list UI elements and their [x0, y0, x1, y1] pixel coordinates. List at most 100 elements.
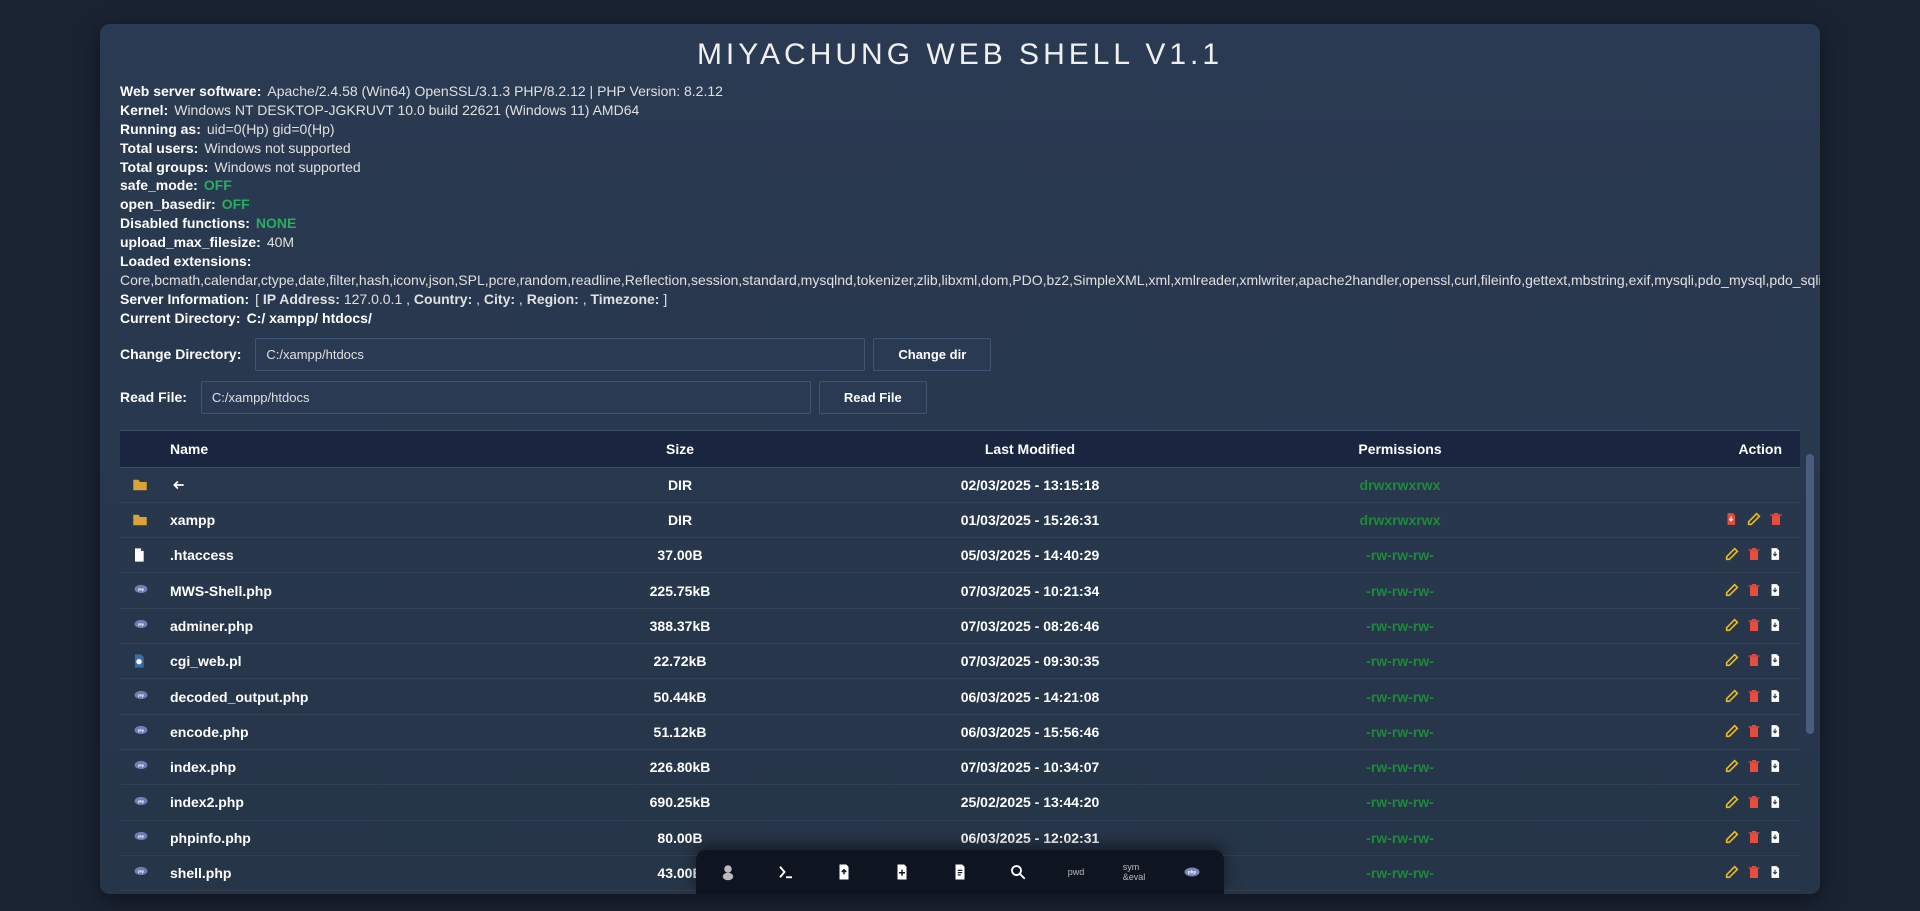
- file-size: 37.00B: [540, 538, 820, 573]
- edit-icon[interactable]: [1724, 829, 1742, 847]
- col-act-header: Action: [1560, 430, 1800, 467]
- delete-icon[interactable]: [1768, 511, 1786, 529]
- download-icon[interactable]: [1768, 652, 1786, 670]
- table-row[interactable]: phpadminer.php388.37kB07/03/2025 - 08:26…: [120, 608, 1800, 643]
- taskbar-file-plus-icon[interactable]: [892, 862, 912, 882]
- file-name[interactable]: shell.php: [160, 855, 540, 890]
- upload-max-value: 40M: [267, 233, 294, 252]
- file-permissions: -rw-rw-rw-: [1240, 679, 1560, 714]
- perl-icon: [131, 652, 149, 670]
- shell-panel: MIYACHUNG WEB SHELL V1.1 Web server soft…: [100, 24, 1820, 894]
- read-file-input[interactable]: [201, 381, 811, 414]
- server-info-value: [ IP Address: 127.0.0.1 , Country: , Cit…: [255, 290, 667, 309]
- file-icon: [131, 546, 149, 564]
- table-row[interactable]: phpMWS-Shell.php225.75kB07/03/2025 - 10:…: [120, 573, 1800, 608]
- taskbar-pwd-icon[interactable]: pwd: [1066, 862, 1086, 882]
- table-row[interactable]: phpindex.php226.80kB07/03/2025 - 10:34:0…: [120, 749, 1800, 784]
- table-row[interactable]: phpdecoded_output.php50.44kB06/03/2025 -…: [120, 679, 1800, 714]
- edit-icon[interactable]: [1724, 758, 1742, 776]
- file-name[interactable]: decoded_output.php: [160, 679, 540, 714]
- col-icon-header: [120, 430, 160, 467]
- current-dir-value[interactable]: C:/ xampp/ htdocs/: [247, 309, 372, 328]
- table-row[interactable]: .htaccess37.00B05/03/2025 - 14:40:29-rw-…: [120, 538, 1800, 573]
- download-icon[interactable]: [1768, 546, 1786, 564]
- delete-icon[interactable]: [1746, 546, 1764, 564]
- file-name[interactable]: .htaccess: [160, 538, 540, 573]
- download-icon[interactable]: [1768, 617, 1786, 635]
- download-icon[interactable]: [1768, 723, 1786, 741]
- file-name[interactable]: adminer.php: [160, 608, 540, 643]
- edit-icon[interactable]: [1724, 652, 1742, 670]
- file-permissions: drwxrwxrwx: [1240, 467, 1560, 502]
- table-row[interactable]: cgi_web.pl22.72kB07/03/2025 - 09:30:35-r…: [120, 644, 1800, 679]
- delete-icon[interactable]: [1746, 617, 1764, 635]
- file-name[interactable]: cgi_web.pl: [160, 644, 540, 679]
- file-modified: 06/03/2025 - 15:56:46: [820, 714, 1240, 749]
- taskbar-search-icon[interactable]: [1008, 862, 1028, 882]
- col-perm-header[interactable]: Permissions: [1240, 430, 1560, 467]
- taskbar-php-icon[interactable]: php: [1182, 862, 1202, 882]
- file-permissions: -rw-rw-rw-: [1240, 573, 1560, 608]
- table-row[interactable]: DIR02/03/2025 - 13:15:18drwxrwxrwx: [120, 467, 1800, 502]
- file-name[interactable]: phpinfo.php: [160, 820, 540, 855]
- file-name[interactable]: index2.php: [160, 785, 540, 820]
- kernel-value: Windows NT DESKTOP-JGKRUVT 10.0 build 22…: [174, 101, 639, 120]
- taskbar-sym-eval-icon[interactable]: sym&eval: [1124, 862, 1144, 882]
- download-icon[interactable]: [1724, 511, 1742, 529]
- taskbar: pwd sym&eval php: [696, 850, 1224, 894]
- read-file-form: Read File: Read File: [120, 381, 1800, 414]
- download-icon[interactable]: [1768, 688, 1786, 706]
- download-icon[interactable]: [1768, 864, 1786, 882]
- col-size-header[interactable]: Size: [540, 430, 820, 467]
- download-icon[interactable]: [1768, 794, 1786, 812]
- safe-mode-label: safe_mode:: [120, 176, 198, 195]
- php-icon: php: [131, 688, 149, 706]
- running-as-label: Running as:: [120, 120, 201, 139]
- table-row[interactable]: phpindex2.php690.25kB25/02/2025 - 13:44:…: [120, 785, 1800, 820]
- edit-icon[interactable]: [1724, 617, 1742, 635]
- taskbar-file-doc-icon[interactable]: [950, 862, 970, 882]
- read-file-button[interactable]: Read File: [819, 381, 927, 414]
- total-groups-value: Windows not supported: [214, 158, 360, 177]
- table-row[interactable]: xamppDIR01/03/2025 - 15:26:31drwxrwxrwx: [120, 502, 1800, 537]
- file-modified: 01/03/2025 - 15:26:31: [820, 502, 1240, 537]
- delete-icon[interactable]: [1746, 652, 1764, 670]
- file-name[interactable]: xampp: [160, 502, 540, 537]
- file-modified: 07/03/2025 - 10:34:07: [820, 749, 1240, 784]
- edit-icon[interactable]: [1724, 864, 1742, 882]
- taskbar-terminal-icon[interactable]: [776, 862, 796, 882]
- col-name-header[interactable]: Name: [160, 430, 540, 467]
- download-icon[interactable]: [1768, 758, 1786, 776]
- change-dir-button[interactable]: Change dir: [873, 338, 991, 371]
- file-permissions: -rw-rw-rw-: [1240, 608, 1560, 643]
- file-name[interactable]: MWS-Shell.php: [160, 573, 540, 608]
- scrollbar-thumb[interactable]: [1806, 454, 1814, 734]
- php-icon: php: [131, 864, 149, 882]
- edit-icon[interactable]: [1724, 546, 1742, 564]
- delete-icon[interactable]: [1746, 582, 1764, 600]
- file-name[interactable]: encode.php: [160, 714, 540, 749]
- download-icon[interactable]: [1768, 829, 1786, 847]
- edit-icon[interactable]: [1724, 688, 1742, 706]
- download-icon[interactable]: [1768, 582, 1786, 600]
- file-name[interactable]: index.php: [160, 749, 540, 784]
- taskbar-penguin-icon[interactable]: [718, 862, 738, 882]
- delete-icon[interactable]: [1746, 829, 1764, 847]
- file-permissions: -rw-rw-rw-: [1240, 538, 1560, 573]
- delete-icon[interactable]: [1746, 794, 1764, 812]
- file-actions: [1560, 467, 1800, 502]
- delete-icon[interactable]: [1746, 723, 1764, 741]
- delete-icon[interactable]: [1746, 758, 1764, 776]
- file-name[interactable]: [160, 467, 540, 502]
- upload-max-label: upload_max_filesize:: [120, 233, 261, 252]
- col-mod-header[interactable]: Last Modified: [820, 430, 1240, 467]
- taskbar-file-up-icon[interactable]: [834, 862, 854, 882]
- delete-icon[interactable]: [1746, 864, 1764, 882]
- edit-icon[interactable]: [1746, 511, 1764, 529]
- edit-icon[interactable]: [1724, 794, 1742, 812]
- delete-icon[interactable]: [1746, 688, 1764, 706]
- change-dir-input[interactable]: [255, 338, 865, 371]
- edit-icon[interactable]: [1724, 582, 1742, 600]
- table-row[interactable]: phpencode.php51.12kB06/03/2025 - 15:56:4…: [120, 714, 1800, 749]
- edit-icon[interactable]: [1724, 723, 1742, 741]
